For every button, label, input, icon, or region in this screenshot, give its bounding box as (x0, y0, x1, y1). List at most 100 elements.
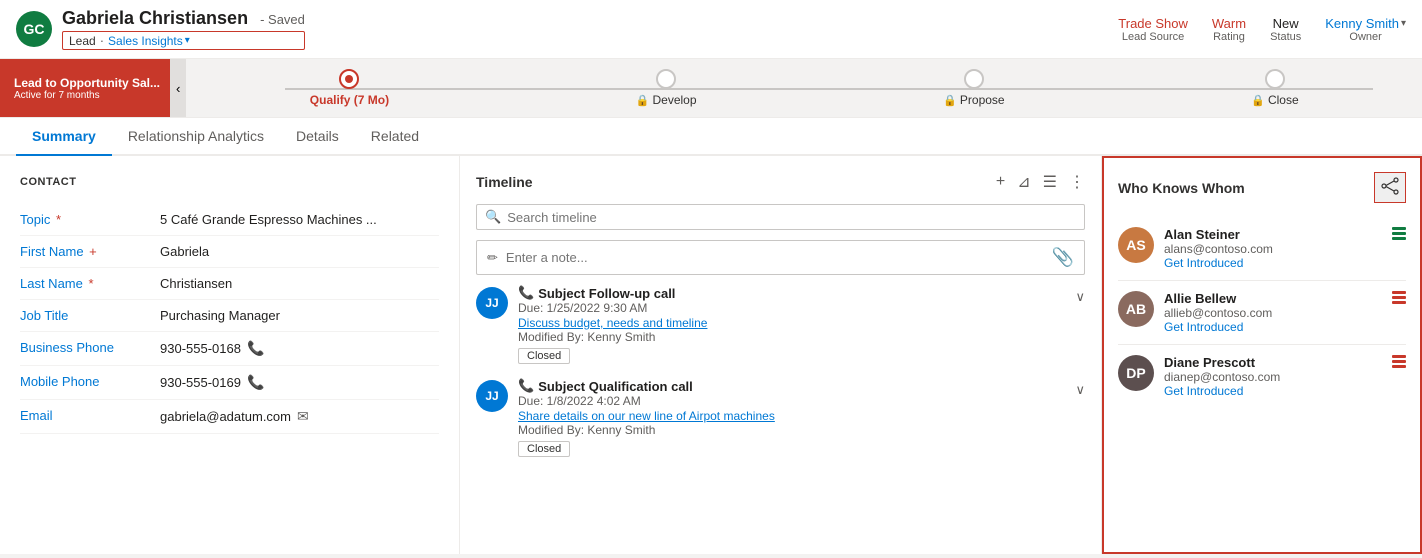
field-value-last-name[interactable]: Christiansen (160, 276, 439, 291)
wkw-title: Who Knows Whom (1118, 180, 1245, 196)
person-email-allie: allieb@contoso.com (1164, 306, 1382, 320)
stage-label-propose: Propose (960, 93, 1005, 107)
stage-qualify[interactable]: Qualify (7 Mo) (310, 69, 389, 107)
header-left: GC Gabriela Christiansen - Saved Lead · … (16, 8, 305, 50)
stage-circle-close (1265, 69, 1285, 89)
get-introduced-diane[interactable]: Get Introduced (1164, 384, 1382, 398)
field-topic: Topic * 5 Café Grande Espresso Machines … (20, 204, 439, 236)
activity-expand-2[interactable]: ∨ (1075, 382, 1085, 457)
stage-progress-line (285, 88, 1372, 90)
pencil-icon: ✏ (487, 250, 498, 266)
field-label-last-name: Last Name * (20, 276, 160, 291)
person-avatar-alan: AS (1118, 227, 1154, 263)
stage-circle-qualify (339, 69, 359, 89)
field-value-business-phone[interactable]: 930-555-0168 📞 (160, 340, 439, 357)
field-value-mobile-phone[interactable]: 930-555-0169 📞 (160, 374, 439, 391)
stage-close[interactable]: 🔒 Close (1251, 69, 1298, 107)
person-avatar-diane: DP (1118, 355, 1154, 391)
tab-details[interactable]: Details (280, 118, 355, 156)
note-row[interactable]: ✏ 📎 (476, 240, 1085, 275)
wkw-network-button[interactable] (1374, 172, 1406, 203)
tab-relationship-analytics[interactable]: Relationship Analytics (112, 118, 280, 156)
stage-nodes: Qualify (7 Mo) 🔒 Develop 🔒 Propose 🔒 Clo… (186, 59, 1422, 117)
more-options-button[interactable]: ⋮ (1069, 172, 1085, 192)
person-menu-allie[interactable] (1392, 291, 1406, 304)
required-indicator: * (85, 276, 94, 291)
field-label-mobile-phone: Mobile Phone (20, 374, 160, 389)
activity-item-1: JJ 📞 Subject Follow-up call Due: 1/25/20… (476, 285, 1085, 364)
activity-due-1: Due: 1/25/2022 9:30 AM (518, 301, 1065, 315)
lead-source-value: Trade Show (1118, 16, 1188, 31)
stage-collapse-button[interactable]: ‹ (170, 59, 186, 117)
person-email-diane: dianep@contoso.com (1164, 370, 1382, 384)
timeline-title: Timeline (476, 174, 533, 190)
chevron-down-icon: ▾ (1401, 18, 1406, 29)
required-indicator: * (52, 212, 61, 227)
header-identity: Gabriela Christiansen - Saved Lead · Sal… (62, 8, 305, 50)
chevron-down-icon: ▾ (185, 35, 190, 46)
owner-meta: Kenny Smith ▾ Owner (1325, 16, 1406, 43)
stage-label-develop: Develop (653, 93, 697, 107)
stage-develop[interactable]: 🔒 Develop (636, 69, 697, 107)
field-value-topic[interactable]: 5 Café Grande Espresso Machines ... (160, 212, 439, 227)
person-menu-alan[interactable] (1392, 227, 1406, 240)
email-icon: ✉ (297, 408, 309, 425)
stage-label-propose-row: 🔒 Propose (943, 93, 1004, 107)
contact-section-title: CONTACT (20, 176, 439, 188)
mobile-phone-icon: 📞 (247, 374, 264, 391)
person-menu-diane[interactable] (1392, 355, 1406, 368)
status-value: New (1270, 16, 1301, 31)
attach-icon[interactable]: 📎 (1052, 247, 1074, 268)
rating-label: Rating (1212, 31, 1246, 43)
field-label-business-phone: Business Phone (20, 340, 160, 355)
search-icon: 🔍 (485, 209, 501, 225)
lock-icon: 🔒 (636, 94, 650, 107)
activity-link-1[interactable]: Discuss budget, needs and timeline (518, 316, 707, 330)
person-email-alan: alans@contoso.com (1164, 242, 1382, 256)
breadcrumb-separator: · (100, 33, 104, 48)
sort-button[interactable]: ☰ (1043, 172, 1057, 192)
tab-related[interactable]: Related (355, 118, 435, 156)
activity-body-2: 📞 Subject Qualification call Due: 1/8/20… (518, 378, 1065, 457)
status-meta: New Status (1270, 16, 1301, 43)
field-value-first-name[interactable]: Gabriela (160, 244, 439, 259)
network-icon (1381, 177, 1399, 195)
field-first-name: First Name + Gabriela (20, 236, 439, 268)
field-value-job-title[interactable]: Purchasing Manager (160, 308, 439, 323)
owner-value: Kenny Smith (1325, 16, 1399, 31)
contact-panel: CONTACT Topic * 5 Café Grande Espresso M… (0, 156, 460, 554)
owner-dropdown[interactable]: Kenny Smith ▾ (1325, 16, 1406, 31)
timeline-search-input[interactable] (507, 210, 1076, 225)
status-label: Status (1270, 31, 1301, 43)
note-input[interactable] (506, 250, 1044, 265)
tab-summary[interactable]: Summary (16, 118, 112, 156)
breadcrumb[interactable]: Lead · Sales Insights ▾ (62, 31, 305, 50)
stage-label-close: Close (1268, 93, 1299, 107)
stage-circle-develop (656, 69, 676, 89)
filter-button[interactable]: ⊿ (1017, 172, 1030, 192)
activity-subject-text-1: Subject Follow-up call (538, 286, 675, 301)
get-introduced-allie[interactable]: Get Introduced (1164, 320, 1382, 334)
field-last-name: Last Name * Christiansen (20, 268, 439, 300)
phone-activity-icon: 📞 (518, 378, 534, 394)
get-introduced-alan[interactable]: Get Introduced (1164, 256, 1382, 270)
timeline-search-bar[interactable]: 🔍 (476, 204, 1085, 230)
stage-circle-propose (964, 69, 984, 89)
phone-activity-icon: 📞 (518, 285, 534, 301)
field-value-email[interactable]: gabriela@adatum.com ✉ (160, 408, 439, 425)
stage-propose[interactable]: 🔒 Propose (943, 69, 1004, 107)
field-email: Email gabriela@adatum.com ✉ (20, 400, 439, 434)
activity-modified-1: Modified By: Kenny Smith (518, 330, 1065, 344)
stage-trigger[interactable]: Lead to Opportunity Sal... Active for 7 … (0, 59, 170, 117)
breadcrumb-sales-insights[interactable]: Sales Insights ▾ (108, 34, 190, 48)
activity-link-2[interactable]: Share details on our new line of Airpot … (518, 409, 775, 423)
add-activity-button[interactable]: + (996, 173, 1005, 191)
person-info-diane: Diane Prescott dianep@contoso.com Get In… (1164, 355, 1382, 398)
breadcrumb-lead: Lead (69, 34, 96, 48)
activity-modified-2: Modified By: Kenny Smith (518, 423, 1065, 437)
field-mobile-phone: Mobile Phone 930-555-0169 📞 (20, 366, 439, 400)
rating-value: Warm (1212, 16, 1246, 31)
activity-due-2: Due: 1/8/2022 4:02 AM (518, 394, 1065, 408)
person-info-allie: Allie Bellew allieb@contoso.com Get Intr… (1164, 291, 1382, 334)
activity-expand-1[interactable]: ∨ (1075, 289, 1085, 364)
